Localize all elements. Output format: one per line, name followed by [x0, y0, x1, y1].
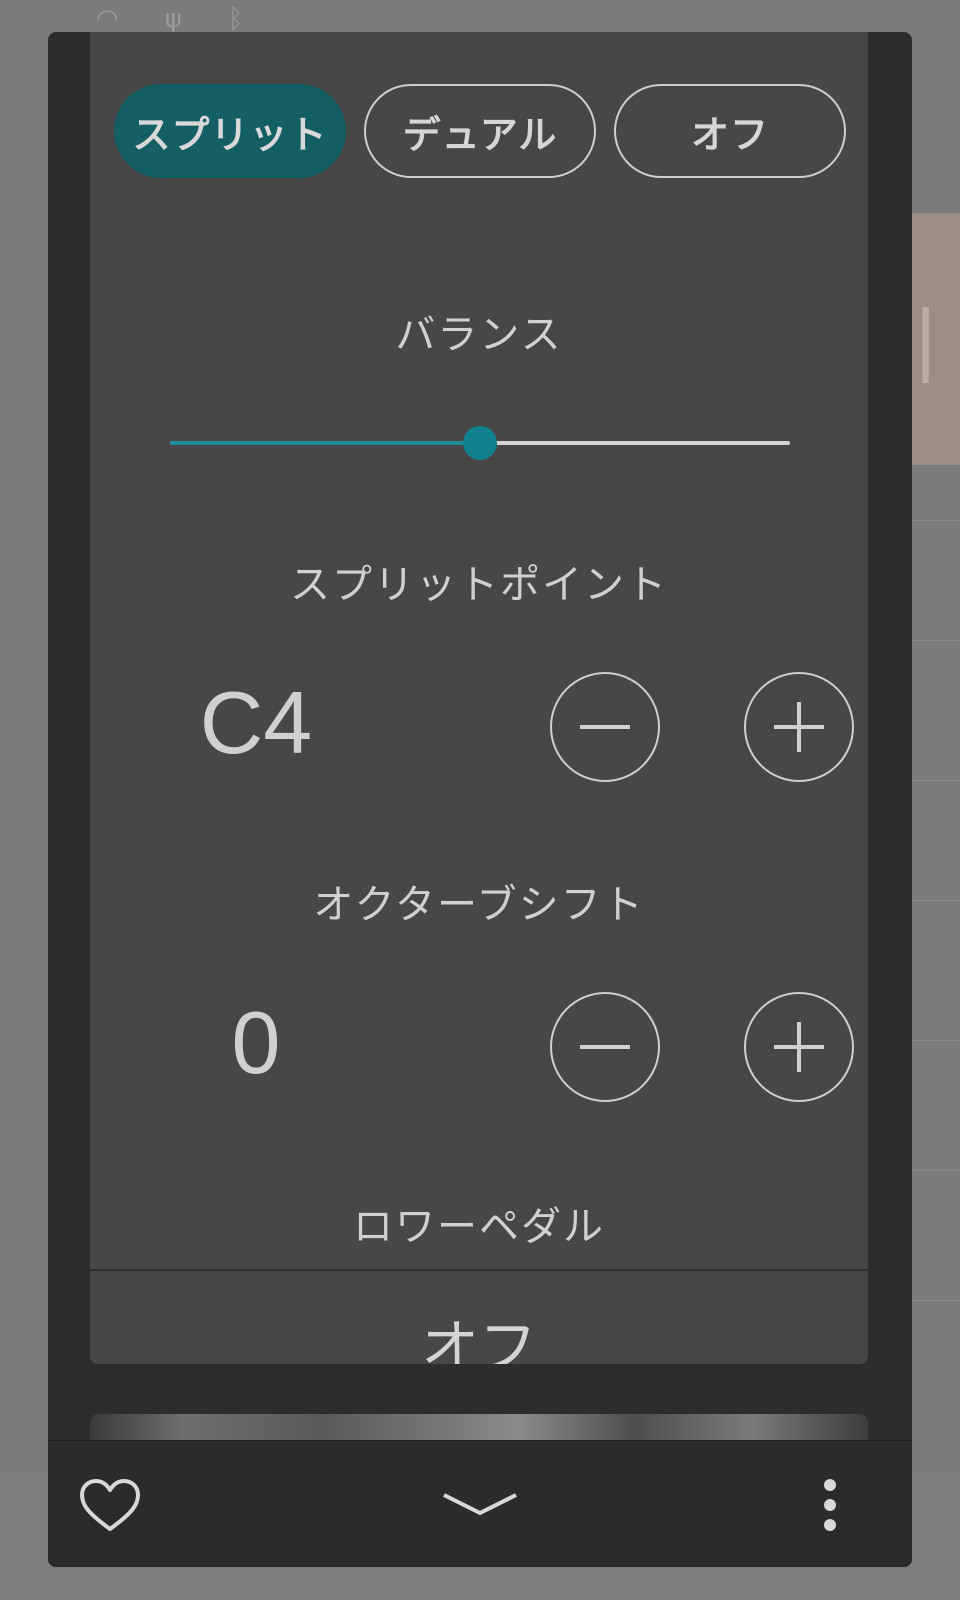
bottom-toolbar	[48, 1440, 912, 1567]
background-card-glyph: ▏	[923, 309, 960, 383]
balance-label: バランス	[395, 312, 563, 358]
octave-shift-increase-button[interactable]	[744, 992, 854, 1102]
lower-pedal-selector[interactable]: オフ	[90, 1300, 868, 1364]
lower-pedal-label: ロワーペダル	[353, 1204, 605, 1250]
balance-slider-thumb[interactable]	[463, 426, 497, 460]
chevron-down-icon[interactable]	[442, 1491, 518, 1519]
headphones-icon: ◠	[96, 4, 119, 34]
split-settings-panel: スプリット デュアル オフ バランス スプリットポイント C4 オクターブシフト…	[90, 32, 868, 1364]
octave-shift-label: オクターブシフト	[313, 882, 645, 928]
keyboard-mode-sheet: スプリット デュアル オフ バランス スプリットポイント C4 オクターブシフト…	[48, 32, 912, 1567]
balance-slider[interactable]	[170, 426, 790, 460]
split-point-increase-button[interactable]	[744, 672, 854, 782]
octave-shift-decrease-button[interactable]	[550, 992, 660, 1102]
mode-selector: スプリット デュアル オフ	[114, 84, 846, 178]
more-vertical-icon[interactable]	[816, 1477, 844, 1533]
balance-slider-fill	[170, 441, 480, 445]
minus-icon	[580, 725, 630, 729]
split-point-value: C4	[199, 673, 313, 772]
plus-icon	[774, 1022, 824, 1072]
mode-dual-button[interactable]: デュアル	[364, 84, 596, 178]
lower-pedal-divider	[90, 1269, 868, 1271]
bluetooth-icon: ᛒ	[227, 4, 244, 34]
octave-shift-value: 0	[231, 993, 281, 1092]
mode-split-button[interactable]: スプリット	[114, 84, 346, 178]
mode-off-button[interactable]: オフ	[614, 84, 846, 178]
plus-icon	[774, 702, 824, 752]
split-point-label: スプリットポイント	[290, 562, 668, 608]
minus-icon	[580, 1045, 630, 1049]
heart-outline-icon[interactable]	[78, 1477, 142, 1533]
status-icons: ◠ ψ ᛒ	[96, 4, 243, 34]
split-point-decrease-button[interactable]	[550, 672, 660, 782]
usb-icon: ψ	[164, 4, 182, 34]
